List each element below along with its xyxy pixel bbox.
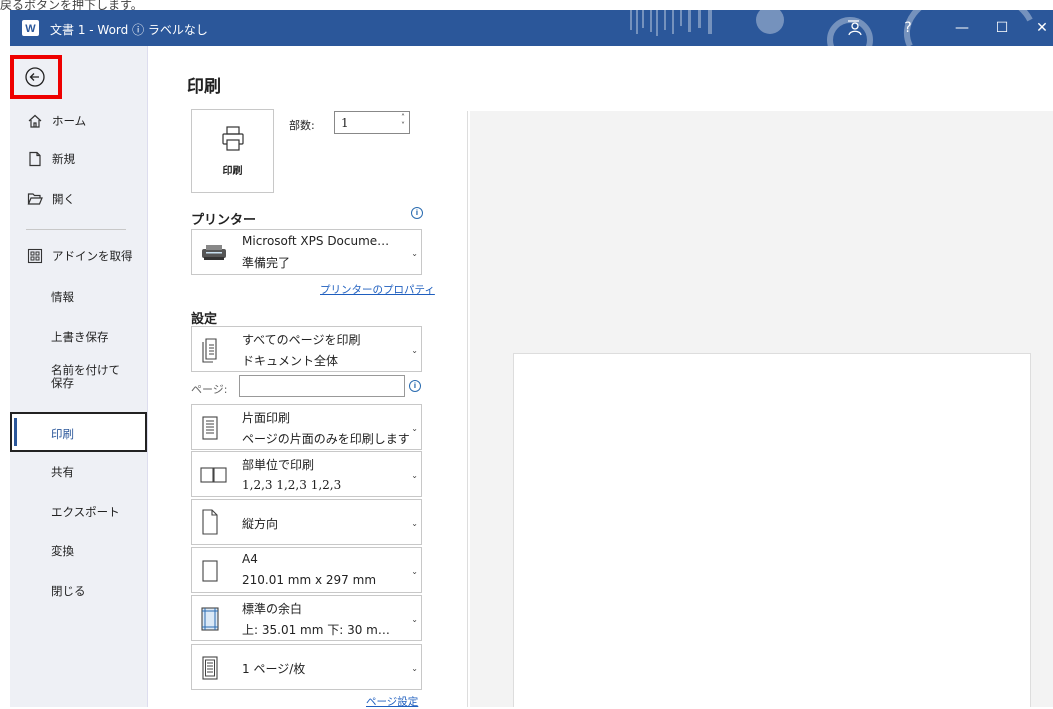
sidebar-item-label: ホーム	[52, 114, 87, 128]
sidebar-item-open[interactable]: 開く	[26, 190, 75, 208]
help-button[interactable]: ?	[886, 10, 930, 46]
info-icon[interactable]: i	[411, 207, 423, 219]
sidebar-item-home[interactable]: ホーム	[26, 112, 86, 130]
add-ins-icon	[26, 247, 44, 265]
minimize-button[interactable]: —	[940, 10, 984, 46]
orientation-dropdown[interactable]: 縦方向 ⌄	[191, 499, 422, 545]
copies-label: 部数:	[289, 119, 315, 132]
person-feedback-icon	[848, 20, 862, 36]
option-title: 片面印刷	[242, 411, 291, 425]
margins-icon	[201, 607, 219, 631]
printer-device-icon	[202, 245, 226, 260]
pages-input[interactable]	[239, 375, 405, 397]
maximize-button[interactable]: ☐	[980, 10, 1024, 46]
window-title: 文書 1 - Word ⓘ ラベルなし	[50, 23, 208, 37]
printer-status: 準備完了	[242, 256, 291, 270]
panel-divider	[467, 111, 468, 707]
option-title: 標準の余白	[242, 602, 303, 616]
backstage-sidebar: ホーム 新規 開く アドインを取得 情報 上書き保存 名前を付けて保存 印刷 共…	[10, 46, 148, 707]
portrait-icon	[202, 509, 218, 535]
option-title: A4	[242, 552, 258, 566]
new-document-icon	[26, 150, 44, 168]
option-title: すべてのページを印刷	[242, 333, 361, 347]
printer-name: Microsoft XPS Docume…	[242, 234, 390, 248]
sidebar-item-label: 印刷	[51, 427, 74, 441]
back-button[interactable]	[10, 55, 62, 99]
print-button-label: 印刷	[222, 166, 243, 177]
settings-heading: 設定	[191, 312, 218, 327]
sidebar-item-info[interactable]: 情報	[51, 291, 74, 304]
sidebar-item-print[interactable]: 印刷	[10, 412, 147, 452]
option-detail: ドキュメント全体	[242, 354, 339, 368]
sides-dropdown[interactable]: 片面印刷 ページの片面のみを印刷します ⌄	[191, 404, 422, 450]
printer-dropdown[interactable]: Microsoft XPS Docume… 準備完了 ⌄	[191, 229, 422, 275]
svg-text:W: W	[25, 23, 36, 35]
sidebar-item-label: 開く	[52, 192, 75, 206]
sidebar-item-label: アドインを取得	[52, 249, 133, 263]
chevron-down-icon: ⌄	[411, 424, 418, 433]
option-title: 部単位で印刷	[242, 458, 315, 472]
preview-page	[513, 353, 1031, 707]
pages-label: ページ:	[191, 383, 228, 396]
copies-value: 1	[341, 116, 349, 130]
chevron-down-icon: ⌄	[411, 346, 418, 355]
page-title: 印刷	[187, 77, 221, 97]
chevron-down-icon: ⌄	[411, 519, 418, 528]
option-title: 1 ページ/枚	[242, 662, 306, 676]
info-icon[interactable]: i	[409, 380, 421, 392]
paper-size-dropdown[interactable]: A4 210.01 mm x 297 mm ⌄	[191, 547, 422, 593]
printer-properties-link[interactable]: プリンターのプロパティ	[320, 282, 435, 297]
sidebar-item-save[interactable]: 上書き保存	[51, 331, 109, 344]
chevron-down-icon: ⌄	[411, 249, 418, 258]
copies-stepper[interactable]: 1 ˄ ˅	[334, 111, 410, 134]
sidebar-item-share[interactable]: 共有	[51, 466, 74, 479]
sidebar-item-transform[interactable]: 変換	[51, 545, 74, 558]
home-icon	[26, 112, 44, 130]
margins-dropdown[interactable]: 標準の余白 上: 35.01 mm 下: 30 m… ⌄	[191, 595, 422, 641]
single-sided-icon	[202, 416, 218, 440]
chevron-down-icon: ⌄	[411, 567, 418, 576]
page-per-sheet-icon	[202, 656, 218, 680]
printer-icon	[222, 126, 244, 151]
collate-icon	[200, 467, 227, 483]
option-title: 縦方向	[242, 517, 279, 531]
back-arrow-icon	[25, 67, 45, 87]
option-detail: 1,2,3 1,2,3 1,2,3	[242, 478, 342, 492]
option-detail: 210.01 mm x 297 mm	[242, 573, 377, 587]
pages-icon	[202, 338, 217, 363]
sidebar-item-save-as[interactable]: 名前を付けて保存	[51, 364, 131, 390]
close-button[interactable]: ✕	[1020, 10, 1053, 46]
paper-size-icon	[202, 560, 218, 582]
option-detail: 上: 35.01 mm 下: 30 m…	[242, 623, 390, 637]
spin-arrows-icon[interactable]: ˄ ˅	[401, 114, 405, 130]
sidebar-item-close[interactable]: 閉じる	[51, 585, 86, 598]
print-button[interactable]: 印刷	[191, 109, 274, 193]
printer-heading: プリンター	[191, 213, 257, 228]
sidebar-item-new[interactable]: 新規	[26, 150, 75, 168]
presenter-coach-button[interactable]	[833, 10, 877, 46]
chevron-down-icon: ⌄	[411, 471, 418, 480]
word-app-icon: W	[22, 20, 39, 36]
option-detail: ページの片面のみを印刷します	[242, 432, 410, 446]
sidebar-divider	[26, 229, 126, 230]
sidebar-item-label: 新規	[52, 152, 75, 166]
pages-per-sheet-dropdown[interactable]: 1 ページ/枚 ⌄	[191, 644, 422, 690]
sidebar-item-export[interactable]: エクスポート	[51, 506, 120, 519]
title-bar: W 文書 1 - Word ⓘ ラベルなし ? — ☐ ✕	[10, 10, 1053, 46]
sidebar-item-add-ins[interactable]: アドインを取得	[26, 247, 133, 265]
collate-dropdown[interactable]: 部単位で印刷 1,2,3 1,2,3 1,2,3 ⌄	[191, 451, 422, 497]
chevron-down-icon: ⌄	[411, 664, 418, 673]
folder-open-icon	[26, 190, 44, 208]
instruction-caption: 戻るボタンを押下します。	[0, 0, 143, 10]
print-range-dropdown[interactable]: すべてのページを印刷 ドキュメント全体 ⌄	[191, 326, 422, 372]
chevron-down-icon: ⌄	[411, 615, 418, 624]
